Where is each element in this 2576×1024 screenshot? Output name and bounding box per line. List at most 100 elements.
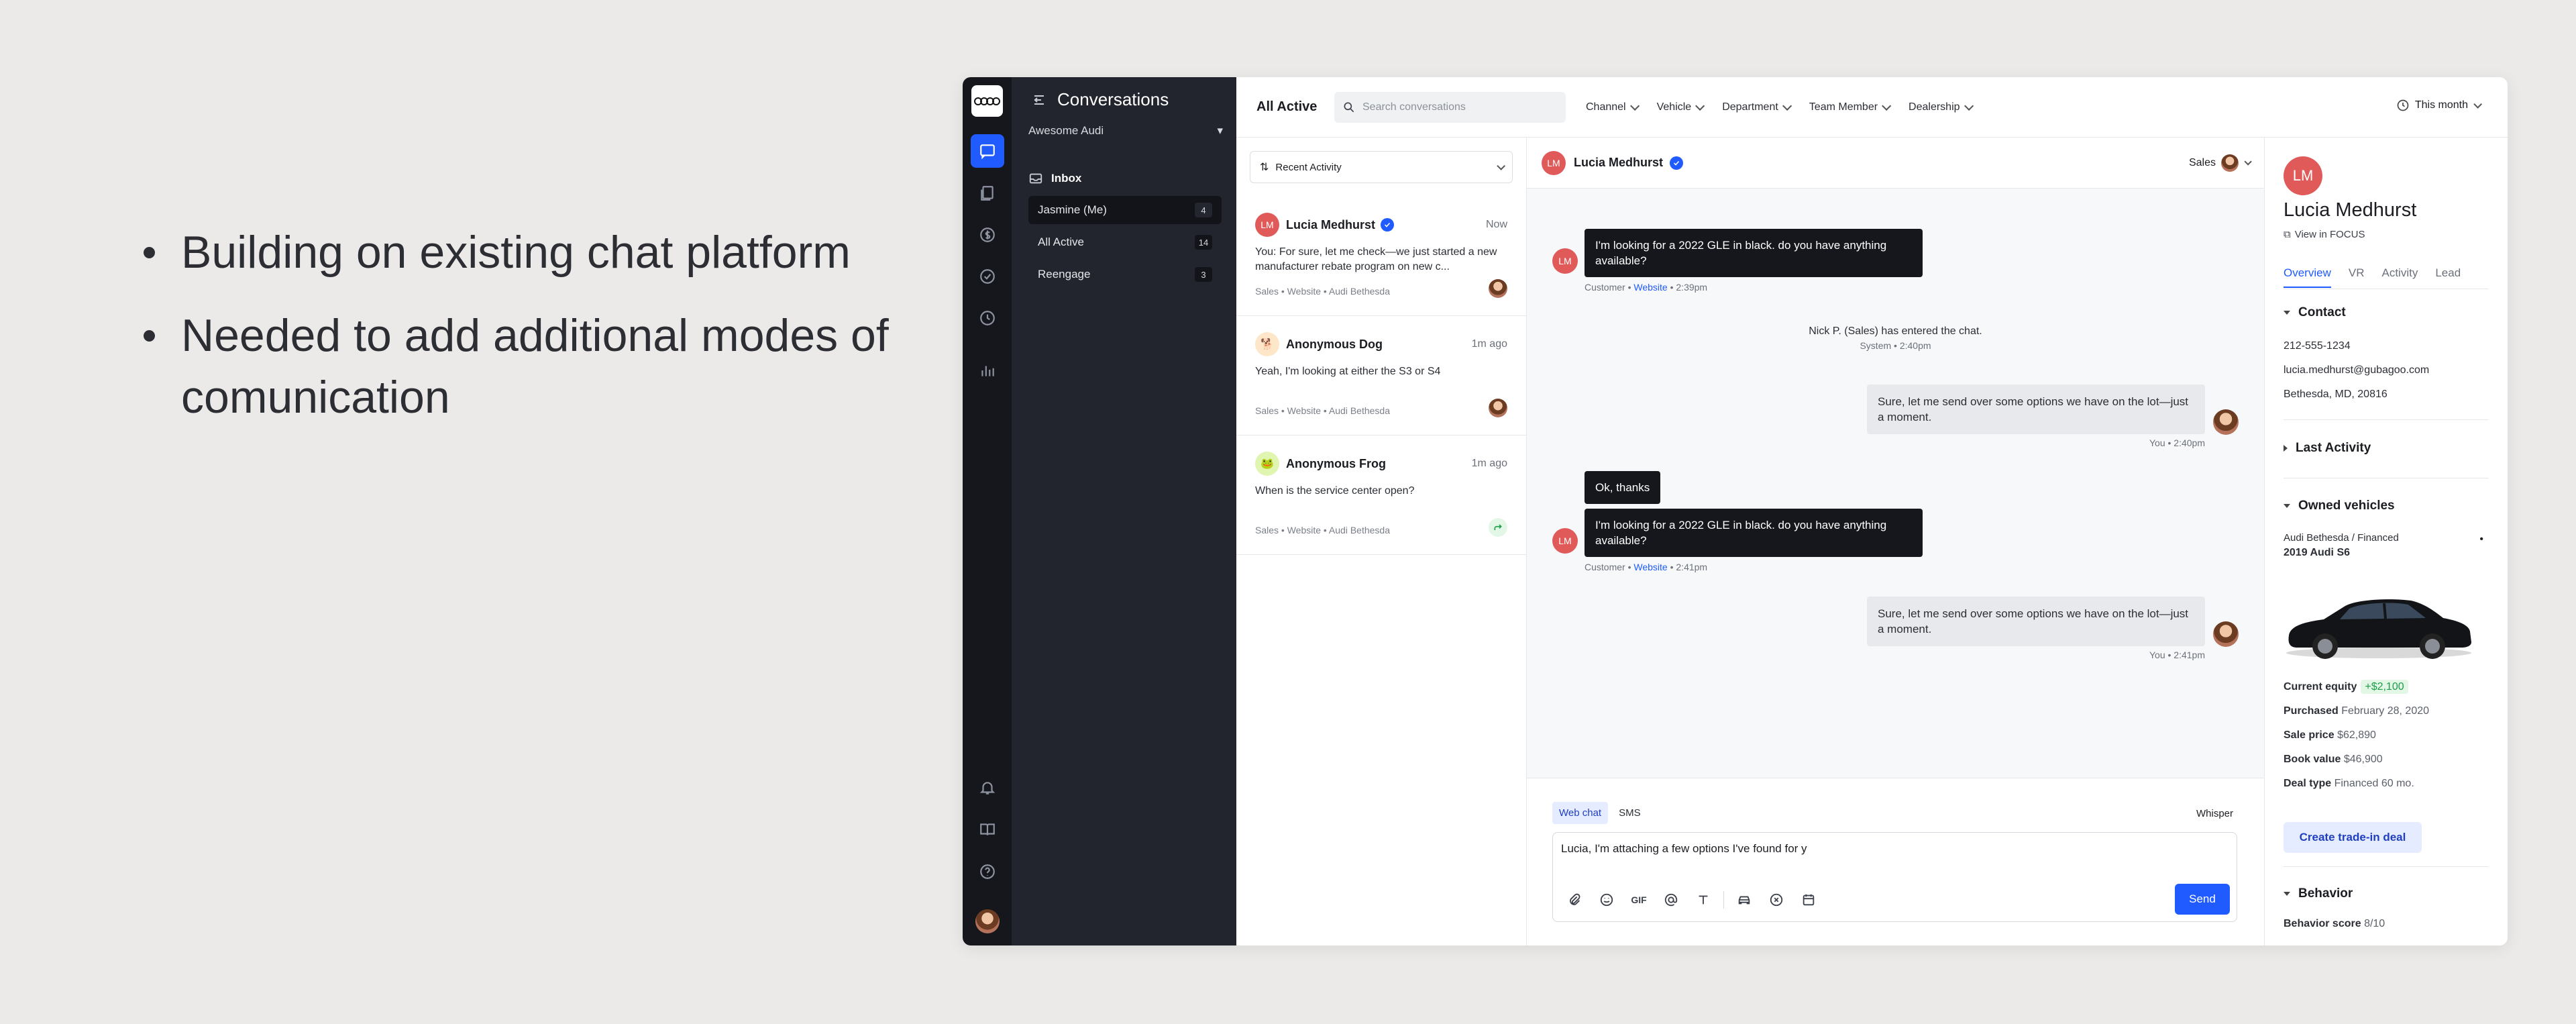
tab-vr[interactable]: VR xyxy=(2349,266,2365,288)
car-icon[interactable] xyxy=(1732,888,1756,912)
section-title: Owned vehicles xyxy=(2298,499,2395,513)
icon-rail xyxy=(963,77,1012,945)
vehicle-menu-icon[interactable]: • xyxy=(2479,533,2483,546)
section-title: Contact xyxy=(2298,305,2346,319)
contact-section-toggle[interactable]: Contact xyxy=(2284,305,2346,320)
chat-contact-name[interactable]: Lucia Medhurst xyxy=(1574,156,1663,170)
agent-avatar xyxy=(2213,621,2239,647)
contact-details-panel: LM Lucia Medhurst ⧉ View in FOCUS Overvie… xyxy=(2264,138,2508,945)
agent-message: Sure, let me send over some options we h… xyxy=(1867,385,2205,434)
divider xyxy=(2284,866,2489,867)
chat-icon[interactable] xyxy=(971,134,1004,168)
message-meta: Customer • Website • 2:39pm xyxy=(1585,282,1708,293)
conversation-item[interactable]: 🐕 Anonymous Dog 1m ago Yeah, I'm looking… xyxy=(1236,316,1526,436)
bullet-item: Needed to add additional modes of comuni… xyxy=(134,305,926,428)
vehicle-dealer: Audi Bethesda / Financed xyxy=(2284,532,2399,544)
external-link-icon: ⧉ xyxy=(2284,229,2291,240)
help-icon[interactable] xyxy=(971,855,1004,888)
tab-lead[interactable]: Lead xyxy=(2435,266,2461,288)
sidebar-item-label: Jasmine (Me) xyxy=(1038,203,1107,216)
close-circle-icon[interactable] xyxy=(1764,888,1788,912)
conversation-time: Now xyxy=(1485,219,1507,230)
sidebar-item-jasmine[interactable]: Jasmine (Me) 4 xyxy=(1028,196,1222,224)
field-label: Current equity xyxy=(2284,681,2357,693)
tab-sms[interactable]: SMS xyxy=(1612,802,1648,824)
contact-name: Anonymous Dog xyxy=(1286,337,1383,351)
mention-icon[interactable] xyxy=(1659,888,1683,912)
agent-avatar xyxy=(1489,399,1507,417)
equity-row: Current equity +$2,100 xyxy=(2284,680,2408,694)
text-format-icon[interactable] xyxy=(1691,888,1715,912)
divider xyxy=(2284,419,2489,420)
owned-vehicles-toggle[interactable]: Owned vehicles xyxy=(2284,499,2395,513)
filter-dealership[interactable]: Dealership xyxy=(1909,101,1974,113)
conversation-item[interactable]: LM Lucia Medhurst Now You: For sure, let… xyxy=(1236,197,1526,316)
filter-vehicle[interactable]: Vehicle xyxy=(1657,101,1705,113)
field-label: Behavior score xyxy=(2284,918,2361,929)
toolbar-divider xyxy=(1723,891,1724,909)
tab-web-chat[interactable]: Web chat xyxy=(1552,802,1609,824)
tab-activity[interactable]: Activity xyxy=(2381,266,2418,288)
message-composer: Web chat SMS Whisper GIF Send xyxy=(1527,778,2264,945)
sidebar-item-all-active[interactable]: All Active 14 xyxy=(1028,228,1222,256)
filter-label: Dealership xyxy=(1909,101,1960,113)
sidebar-item-label: Reengage xyxy=(1038,268,1091,280)
contact-name: Lucia Medhurst xyxy=(1286,217,1376,232)
view-in-focus-link[interactable]: ⧉ View in FOCUS xyxy=(2284,229,2365,240)
clock-icon[interactable] xyxy=(971,301,1004,335)
filter-label: Department xyxy=(1722,101,1778,113)
sort-select[interactable]: ⇅ Recent Activity xyxy=(1250,151,1513,183)
channel-link[interactable]: Website xyxy=(1633,562,1667,572)
dealership-select[interactable]: Awesome Audi ▾ xyxy=(1028,124,1223,138)
sidebar-item-label: All Active xyxy=(1038,236,1084,248)
conversation-item[interactable]: 🐸 Anonymous Frog 1m ago When is the serv… xyxy=(1236,436,1526,555)
contact-phone[interactable]: 212-555-1234 xyxy=(2284,340,2351,352)
count-badge: 14 xyxy=(1195,235,1212,250)
message-time: 2:39pm xyxy=(1676,282,1708,293)
attach-icon[interactable] xyxy=(1562,888,1587,912)
contact-avatar: LM xyxy=(1542,150,1566,175)
bar-chart-icon[interactable] xyxy=(971,354,1004,387)
create-trade-in-button[interactable]: Create trade-in deal xyxy=(2284,822,2422,853)
filter-team-member[interactable]: Team Member xyxy=(1809,101,1892,113)
behavior-toggle[interactable]: Behavior xyxy=(2284,886,2353,901)
check-circle-icon[interactable] xyxy=(971,260,1004,293)
contact-name: Lucia Medhurst xyxy=(2284,199,2417,221)
channel-link[interactable]: Website xyxy=(1633,282,1667,293)
customer-message: I'm looking for a 2022 GLE in black. do … xyxy=(1585,509,1923,557)
contact-email[interactable]: lucia.medhurst@gubagoo.com xyxy=(2284,364,2429,376)
sidebar-item-reengage[interactable]: Reengage 3 xyxy=(1028,260,1222,289)
audi-logo[interactable] xyxy=(971,85,1003,117)
period-select[interactable]: This month xyxy=(2396,99,2482,112)
documents-icon[interactable] xyxy=(971,176,1004,210)
period-label: This month xyxy=(2414,99,2468,111)
filter-department[interactable]: Department xyxy=(1722,101,1792,113)
department-select[interactable]: Sales xyxy=(2189,154,2252,172)
agent-avatar xyxy=(2213,409,2239,435)
field-label: Deal type xyxy=(2284,778,2332,789)
book-icon[interactable] xyxy=(971,813,1004,846)
field-label: Sale price xyxy=(2284,729,2334,741)
message-sender: Customer xyxy=(1585,282,1625,293)
agent-avatar xyxy=(1489,279,1507,298)
collapse-icon[interactable] xyxy=(1032,92,1048,108)
caret-down-icon: ▾ xyxy=(1217,124,1223,137)
dollar-icon[interactable] xyxy=(971,218,1004,252)
message-input[interactable] xyxy=(1561,842,2165,869)
last-activity-toggle[interactable]: Last Activity xyxy=(2284,441,2371,456)
bell-icon[interactable] xyxy=(971,771,1004,805)
filter-channel[interactable]: Channel xyxy=(1586,101,1640,113)
whisper-toggle[interactable]: Whisper xyxy=(2196,808,2233,819)
user-avatar[interactable] xyxy=(975,909,1000,933)
chevron-down-icon xyxy=(1629,101,1640,111)
sort-icon: ⇅ xyxy=(1260,162,1269,173)
gif-button[interactable]: GIF xyxy=(1627,888,1651,912)
emoji-icon[interactable] xyxy=(1595,888,1619,912)
message-meta: You • 2:40pm xyxy=(2149,438,2205,448)
sidebar-header: Conversations xyxy=(1032,89,1169,110)
conversation-time: 1m ago xyxy=(1471,458,1507,469)
send-button[interactable]: Send xyxy=(2175,884,2230,915)
tab-overview[interactable]: Overview xyxy=(2284,266,2331,288)
calendar-icon[interactable] xyxy=(1796,888,1821,912)
search-field[interactable]: Search conversations xyxy=(1334,91,1566,123)
